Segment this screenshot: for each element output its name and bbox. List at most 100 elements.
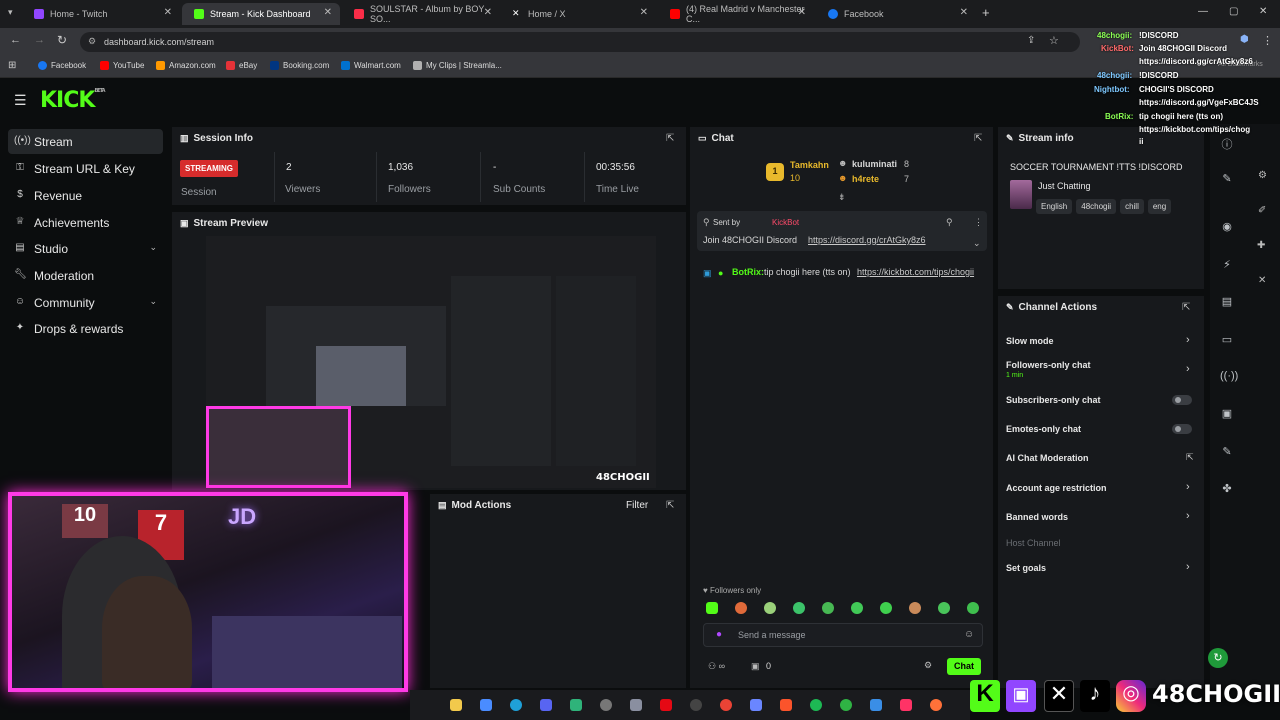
hamburger-menu-icon[interactable]: ☰ xyxy=(14,92,27,109)
emotes-only-toggle[interactable] xyxy=(1172,424,1192,434)
discord-icon[interactable] xyxy=(540,699,552,711)
spotify-icon[interactable] xyxy=(810,699,822,711)
lightning-icon[interactable]: ⚡︎ xyxy=(1220,258,1234,271)
url-input[interactable]: ⚙ dashboard.kick.com/stream xyxy=(80,32,1080,52)
brave-icon[interactable] xyxy=(780,699,792,711)
kick-logo[interactable]: KICKBETA xyxy=(40,88,106,113)
chevron-right-icon[interactable]: › xyxy=(1186,510,1190,522)
file-explorer-icon[interactable] xyxy=(450,699,462,711)
netflix-icon[interactable] xyxy=(660,699,672,711)
settings-gear-icon[interactable]: ⚙ xyxy=(924,660,932,671)
reload-icon[interactable]: ↻ xyxy=(57,33,67,47)
chrome-icon[interactable] xyxy=(720,699,732,711)
xbox-icon[interactable] xyxy=(840,699,852,711)
pinned-message[interactable] xyxy=(697,211,987,251)
external-link-icon[interactable]: ⇱ xyxy=(1186,452,1194,463)
app-icon[interactable] xyxy=(690,699,702,711)
emote-icon[interactable] xyxy=(706,602,718,614)
tag[interactable]: chill xyxy=(1120,199,1144,214)
tab-twitch[interactable]: Home - Twitch ✕ xyxy=(22,3,180,25)
app-icon[interactable] xyxy=(630,699,642,711)
emote-icon[interactable] xyxy=(938,602,950,614)
emote-icon[interactable] xyxy=(793,602,805,614)
emoji-icon[interactable]: ☺ xyxy=(964,629,974,640)
new-tab-icon[interactable]: + xyxy=(982,5,990,20)
app-icon[interactable] xyxy=(870,699,882,711)
top-user-name[interactable]: Tamkahn xyxy=(790,160,829,170)
back-icon[interactable]: ← xyxy=(10,34,21,46)
tag[interactable]: eng xyxy=(1147,199,1172,214)
more-options-icon[interactable]: ⋮ xyxy=(974,217,983,228)
bookmark-booking[interactable]: Booking.com xyxy=(270,61,329,70)
support-icon[interactable]: ↻ xyxy=(1208,648,1228,668)
top-user-name[interactable]: h4rete xyxy=(852,174,879,184)
microphone-icon[interactable]: ● xyxy=(716,629,722,640)
edit-note-icon[interactable]: ✐ xyxy=(1258,205,1266,216)
emotes-only-item[interactable]: Emotes-only chat xyxy=(1006,424,1081,434)
edge-icon[interactable] xyxy=(510,699,522,711)
site-info-icon[interactable]: ⚙ xyxy=(88,36,96,47)
wrench-icon[interactable]: ✎ xyxy=(1220,445,1234,458)
emote-icon[interactable] xyxy=(851,602,863,614)
tab-youtube[interactable]: (4) Real Madrid v Manchester C... ✕ xyxy=(658,3,814,25)
chevron-right-icon[interactable]: › xyxy=(1186,363,1190,375)
palette-icon[interactable]: ✤ xyxy=(1220,482,1234,495)
bookmark-my-clips[interactable]: My Clips | Streamla... xyxy=(413,61,502,70)
settings-icon[interactable]: ⚙ xyxy=(1258,170,1267,181)
bookmark-walmart[interactable]: Walmart.com xyxy=(341,61,401,70)
close-tab-icon[interactable]: ✕ xyxy=(484,7,492,18)
tab-soulstar[interactable]: SOULSTAR - Album by BOY SO... ✕ xyxy=(342,3,500,25)
chevron-down-icon[interactable]: ⌄ xyxy=(973,238,981,249)
sidebar-item-community[interactable]: ☺ Community ⌄ xyxy=(8,290,163,315)
github-icon[interactable] xyxy=(600,699,612,711)
sidebar-item-stream[interactable]: ((•)) Stream xyxy=(8,129,163,154)
sidebar-item-achievements[interactable]: ♕ Achievements xyxy=(8,210,163,235)
tab-search-icon[interactable]: ▾ xyxy=(8,7,13,18)
close-tab-icon[interactable]: ✕ xyxy=(164,7,172,18)
tab-kick-dashboard[interactable]: Stream - Kick Dashboard ✕ xyxy=(182,3,340,25)
gift-icon[interactable]: ▣ xyxy=(751,661,760,672)
chat-icon[interactable]: ▭ xyxy=(1220,333,1234,346)
top-user-name[interactable]: kuluminati xyxy=(852,159,897,169)
minimize-icon[interactable]: — xyxy=(1198,6,1208,17)
close-tab-icon[interactable]: ✕ xyxy=(324,7,332,18)
subscribers-only-item[interactable]: Subscribers-only chat xyxy=(1006,395,1101,405)
filter-button[interactable]: Filter xyxy=(626,500,648,511)
gamepad-icon[interactable]: ✚ xyxy=(1257,240,1265,251)
stream-preview-video[interactable]: 48CHOGII xyxy=(206,236,656,488)
layout-icon[interactable]: ▣ xyxy=(1220,407,1234,420)
tag[interactable]: English xyxy=(1036,199,1073,214)
bookmark-youtube[interactable]: YouTube xyxy=(100,61,144,70)
bookmark-amazon[interactable]: Amazon.com xyxy=(156,61,216,70)
forward-icon[interactable]: → xyxy=(34,34,45,46)
tag[interactable]: 48chogii xyxy=(1076,199,1117,214)
popout-icon[interactable]: ⇱ xyxy=(666,500,674,511)
emote-icon[interactable] xyxy=(909,602,921,614)
document-icon[interactable]: ▤ xyxy=(1220,295,1234,308)
close-tab-icon[interactable]: ✕ xyxy=(960,7,968,18)
emote-icon[interactable] xyxy=(880,602,892,614)
sidebar-item-revenue[interactable]: $ Revenue xyxy=(8,183,163,208)
emote-icon[interactable] xyxy=(735,602,747,614)
apps-grid-icon[interactable]: ⊞ xyxy=(8,60,16,71)
close-tab-icon[interactable]: ✕ xyxy=(640,7,648,18)
emote-icon[interactable] xyxy=(822,602,834,614)
popout-icon[interactable]: ⇱ xyxy=(1182,302,1190,313)
subscribers-only-toggle[interactable] xyxy=(1172,395,1192,405)
broadcast-icon[interactable]: ((·)) xyxy=(1220,370,1238,382)
emote-icon[interactable] xyxy=(967,602,979,614)
popout-icon[interactable]: ⇱ xyxy=(666,133,674,144)
maximize-icon[interactable]: ▢ xyxy=(1229,6,1238,17)
app-icon[interactable] xyxy=(570,699,582,711)
sidebar-item-moderation[interactable]: 🔧︎ Moderation xyxy=(8,263,163,288)
chat-message-link[interactable]: https://kickbot.com/tips/chogii xyxy=(857,267,974,277)
set-goals-item[interactable]: Set goals xyxy=(1006,563,1046,573)
tiktok-icon[interactable] xyxy=(900,699,912,711)
close-tab-icon[interactable]: ✕ xyxy=(798,7,806,18)
sidebar-item-studio[interactable]: ▤ Studio ⌄ xyxy=(8,236,163,261)
bookmark-star-icon[interactable]: ☆ xyxy=(1049,34,1059,47)
tab-x[interactable]: ✕ Home / X ✕ xyxy=(500,3,656,25)
store-icon[interactable] xyxy=(480,699,492,711)
install-icon[interactable]: ⇪ xyxy=(1027,35,1035,46)
chat-message-user[interactable]: BotRix: xyxy=(732,267,764,277)
